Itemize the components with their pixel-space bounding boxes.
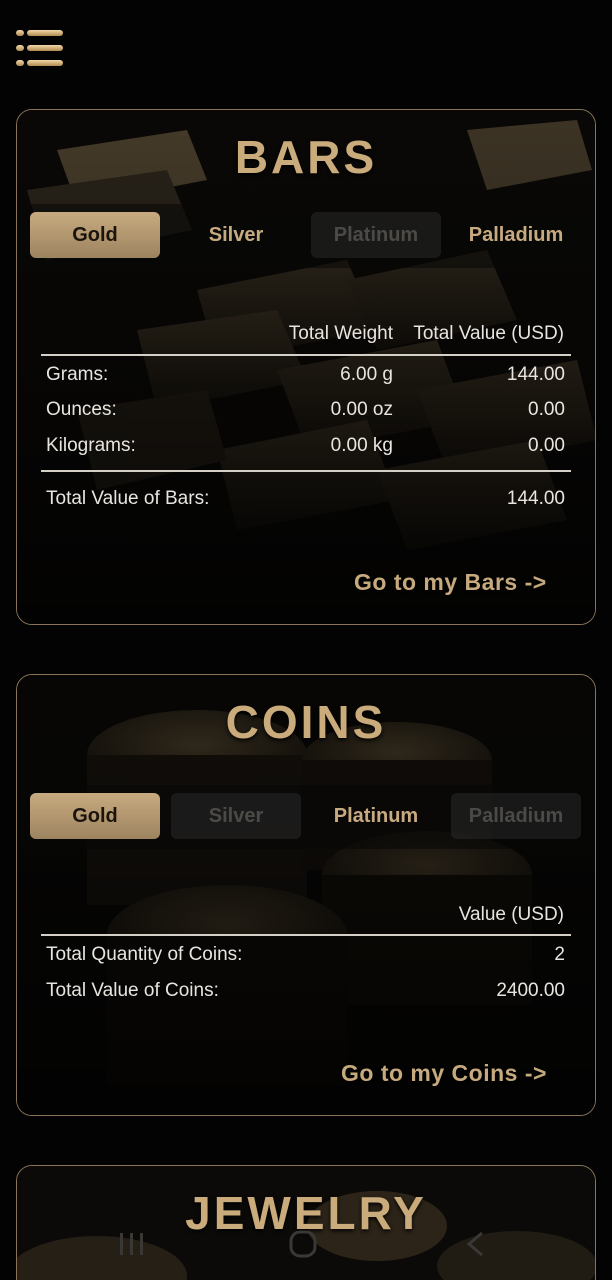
coins-total-label: Total Value of Coins:	[46, 980, 219, 1001]
bars-total-divider	[41, 470, 571, 472]
bars-metal-tabs: Gold Silver Platinum Palladium	[17, 204, 595, 268]
coins-quantity-value: 2	[554, 944, 565, 965]
bars-total-label: Total Value of Bars:	[46, 488, 210, 509]
coins-tab-palladium[interactable]: Palladium	[451, 793, 581, 839]
jewelry-card: JEWELRY	[16, 1165, 596, 1280]
bars-tab-silver[interactable]: Silver	[171, 212, 301, 258]
bars-row-grams-value: 144.00	[506, 364, 565, 385]
bars-row-grams-label: Grams:	[46, 364, 109, 385]
bars-row-kilograms-weight: 0.00 kg	[330, 435, 393, 456]
coins-total-value: 2400.00	[496, 980, 565, 1001]
coins-column-value: Value (USD)	[458, 904, 564, 925]
bars-column-total-weight: Total Weight	[288, 323, 393, 344]
coins-tab-platinum[interactable]: Platinum	[311, 793, 441, 839]
bars-tab-palladium[interactable]: Palladium	[451, 212, 581, 258]
coins-tab-silver[interactable]: Silver	[171, 793, 301, 839]
bars-row-ounces-value: 0.00	[528, 399, 565, 420]
go-to-bars-link[interactable]: Go to my Bars ->	[354, 569, 547, 596]
bars-row-ounces-label: Ounces:	[46, 399, 117, 420]
coins-card: COINS Gold Silver Platinum Palladium Val…	[16, 674, 596, 1116]
bars-card: BARS Gold Silver Platinum Palladium Tota…	[16, 109, 596, 625]
bars-header-divider	[41, 354, 571, 356]
bars-tab-gold[interactable]: Gold	[30, 212, 160, 258]
coins-metal-tabs: Gold Silver Platinum Palladium	[17, 785, 595, 849]
coins-tab-gold[interactable]: Gold	[30, 793, 160, 839]
recents-icon[interactable]	[118, 1231, 146, 1257]
bars-row-grams-weight: 6.00 g	[340, 364, 393, 385]
coins-title: COINS	[225, 696, 387, 748]
bars-row-ounces-weight: 0.00 oz	[330, 399, 393, 420]
back-icon[interactable]	[462, 1230, 488, 1258]
bars-row-kilograms-label: Kilograms:	[46, 435, 136, 456]
bars-title: BARS	[234, 131, 378, 183]
home-icon[interactable]	[288, 1229, 318, 1259]
coins-quantity-label: Total Quantity of Coins:	[46, 944, 243, 965]
bars-tab-platinum[interactable]: Platinum	[311, 212, 441, 258]
coins-header-divider	[41, 934, 571, 936]
hamburger-menu-icon[interactable]	[16, 30, 64, 70]
bars-column-total-value: Total Value (USD)	[413, 323, 564, 344]
bars-total-value: 144.00	[506, 488, 565, 509]
bars-row-kilograms-value: 0.00	[528, 435, 565, 456]
go-to-coins-link[interactable]: Go to my Coins ->	[341, 1060, 547, 1087]
